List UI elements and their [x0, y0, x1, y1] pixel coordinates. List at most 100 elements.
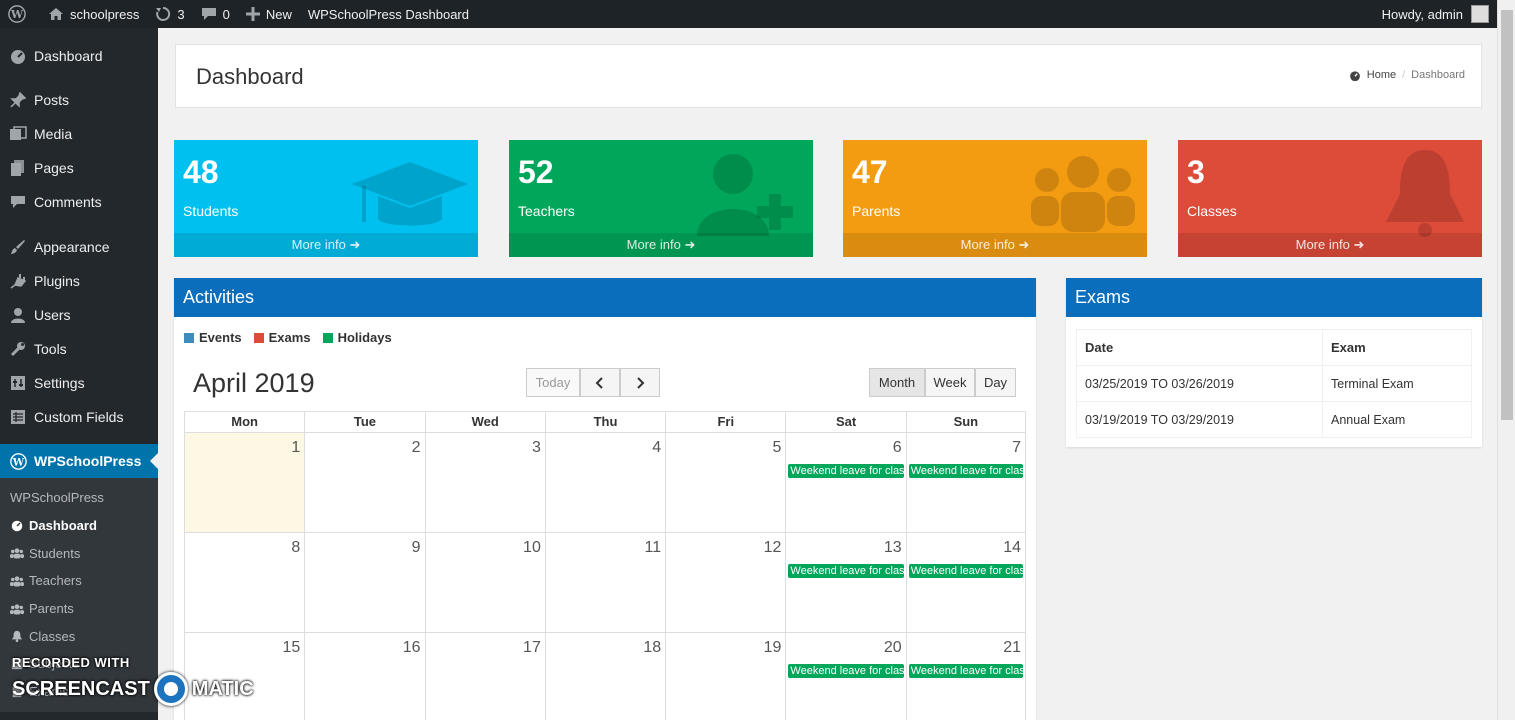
week-view-button[interactable]: Week: [925, 368, 975, 397]
sidebar-item-label: Settings: [34, 375, 85, 391]
calendar-event[interactable]: Weekend leave for clas: [908, 664, 1023, 678]
day-view-button[interactable]: Day: [975, 368, 1016, 397]
sidebar-item-label: Plugins: [34, 273, 80, 289]
table-row: 03/25/2019 TO 03/26/2019 Terminal Exam: [1076, 365, 1472, 402]
more-info-link[interactable]: More info ➜: [174, 233, 478, 257]
my-account[interactable]: Howdy, admin: [1382, 0, 1489, 28]
calendar-day-cell[interactable]: 7 Weekend leave for clas: [905, 433, 1026, 532]
bell-icon: [1386, 150, 1464, 237]
sidebar-item-pages[interactable]: Pages: [0, 151, 158, 185]
sidebar-item-label: Dashboard: [34, 48, 103, 64]
site-name: schoolpress: [70, 6, 140, 22]
month-view-button[interactable]: Month: [869, 368, 925, 397]
activities-title: Activities: [174, 278, 1036, 317]
submenu-item-teachers[interactable]: Teachers: [0, 567, 158, 595]
calendar-event[interactable]: Weekend leave for clas: [788, 464, 904, 478]
calendar-day-cell[interactable]: 18: [544, 633, 665, 720]
calendar-day-cell[interactable]: 6 Weekend leave for clas: [785, 433, 905, 532]
comments-link[interactable]: 0: [193, 0, 238, 28]
more-info-label: More info: [960, 237, 1015, 252]
home-icon: [49, 8, 63, 20]
day-number: 20: [883, 639, 902, 656]
more-info-label: More info: [626, 237, 681, 252]
sidebar-item-settings[interactable]: Settings: [0, 366, 158, 400]
calendar-day-cell[interactable]: 16: [304, 633, 424, 720]
calendar-day-cell[interactable]: 17: [424, 633, 545, 720]
calendar-day-cell[interactable]: 12: [665, 533, 785, 632]
submenu-item-dashboard[interactable]: Dashboard: [0, 512, 158, 540]
calendar-day-cell[interactable]: 20 Weekend leave for clas: [785, 633, 905, 720]
calendar-day-cell[interactable]: 10: [424, 533, 545, 632]
calendar-day-cell[interactable]: 8: [184, 533, 304, 632]
sidebar-item-dashboard[interactable]: Dashboard: [0, 39, 158, 73]
sidebar-item-label: Pages: [34, 160, 74, 176]
dashboard-icon: [1349, 70, 1360, 81]
watermark-brand: SCREENCAST: [12, 677, 150, 700]
submenu-item-students[interactable]: Students: [0, 539, 158, 567]
sidebar-item-comments[interactable]: Comments: [0, 185, 158, 219]
calendar-day-cell[interactable]: 3: [424, 433, 545, 532]
sidebar-item-plugins[interactable]: Plugins: [0, 264, 158, 298]
submenu-item-parents[interactable]: Parents: [0, 595, 158, 623]
calendar-event[interactable]: Weekend leave for clas: [908, 464, 1023, 478]
today-button[interactable]: Today: [526, 368, 580, 397]
sidebar-item-users[interactable]: Users: [0, 298, 158, 332]
stat-value: 47: [852, 154, 888, 190]
sidebar-item-media[interactable]: Media: [0, 117, 158, 151]
weekday-label: Tue: [304, 412, 424, 432]
stat-value: 3: [1187, 154, 1205, 190]
wordpress-logo-button[interactable]: W: [0, 0, 40, 28]
calendar-weekday-header: Mon Tue Wed Thu Fri Sat Sun: [184, 411, 1026, 433]
site-name-link[interactable]: schoolpress: [40, 0, 147, 28]
day-number: 3: [531, 439, 541, 456]
calendar-day-cell[interactable]: 14 Weekend leave for clas: [905, 533, 1026, 632]
legend-swatch: [253, 332, 264, 343]
weekday-label: Thu: [544, 412, 665, 432]
weekday-label: Sat: [785, 412, 905, 432]
sidebar-item-appearance[interactable]: Appearance: [0, 230, 158, 264]
more-info-link[interactable]: More info ➜: [509, 233, 813, 257]
more-info-link[interactable]: More info ➜: [1178, 233, 1482, 257]
svg-text:W: W: [10, 8, 24, 21]
calendar-event[interactable]: Weekend leave for clas: [788, 664, 904, 678]
prev-month-button[interactable]: [580, 368, 620, 397]
calendar-day-cell[interactable]: 9: [304, 533, 424, 632]
calendar-event[interactable]: Weekend leave for clas: [788, 564, 904, 578]
breadcrumb-home-link[interactable]: Home: [1367, 69, 1396, 81]
sidebar-item-custom-fields[interactable]: Custom Fields: [0, 400, 158, 434]
plugin-dashboard-link[interactable]: WPSchoolPress Dashboard: [300, 0, 477, 28]
calendar-day-cell[interactable]: 11: [544, 533, 665, 632]
chevron-left-icon: [595, 376, 603, 389]
calendar-event[interactable]: Weekend leave for clas: [908, 564, 1023, 578]
sidebar-item-label: Posts: [34, 92, 70, 108]
updates-link[interactable]: 3: [147, 0, 192, 28]
more-info-link[interactable]: More info ➜: [843, 233, 1147, 257]
stat-label: Parents: [852, 203, 901, 219]
next-month-button[interactable]: [620, 368, 660, 397]
page-scrollbar[interactable]: [1497, 0, 1515, 720]
submenu-title[interactable]: WPSchoolPress: [0, 484, 158, 512]
column-header: Date: [1076, 329, 1323, 366]
scrollbar-thumb[interactable]: [1501, 10, 1513, 420]
wordpress-icon: W: [8, 5, 26, 23]
calendar-day-cell[interactable]: 2: [304, 433, 424, 532]
new-content-link[interactable]: New: [238, 0, 300, 28]
sidebar-item-wpschoolpress[interactable]: W WPSchoolPress: [0, 444, 158, 478]
sidebar-item-posts[interactable]: Posts: [0, 83, 158, 117]
calendar-day-cell[interactable]: 13 Weekend leave for clas: [785, 533, 905, 632]
calendar-day-cell[interactable]: 1: [184, 433, 305, 532]
calendar-day-cell[interactable]: 4: [544, 433, 665, 532]
legend-swatch: [184, 332, 194, 343]
exam-name-cell: Terminal Exam: [1322, 365, 1472, 402]
weekday-label: Fri: [665, 412, 785, 432]
watermark-line2: SCREENCAST MATIC: [12, 672, 254, 706]
comment-icon: [201, 8, 216, 20]
submenu-item-classes[interactable]: Classes: [0, 622, 158, 650]
calendar-day-cell[interactable]: 21 Weekend leave for clas: [905, 633, 1026, 720]
users-icon: [10, 575, 24, 587]
stat-value: 52: [518, 154, 554, 190]
calendar-day-cell[interactable]: 19: [665, 633, 785, 720]
exam-date-cell: 03/19/2019 TO 03/29/2019: [1076, 401, 1323, 438]
sidebar-item-tools[interactable]: Tools: [0, 332, 158, 366]
calendar-day-cell[interactable]: 5: [665, 433, 785, 532]
